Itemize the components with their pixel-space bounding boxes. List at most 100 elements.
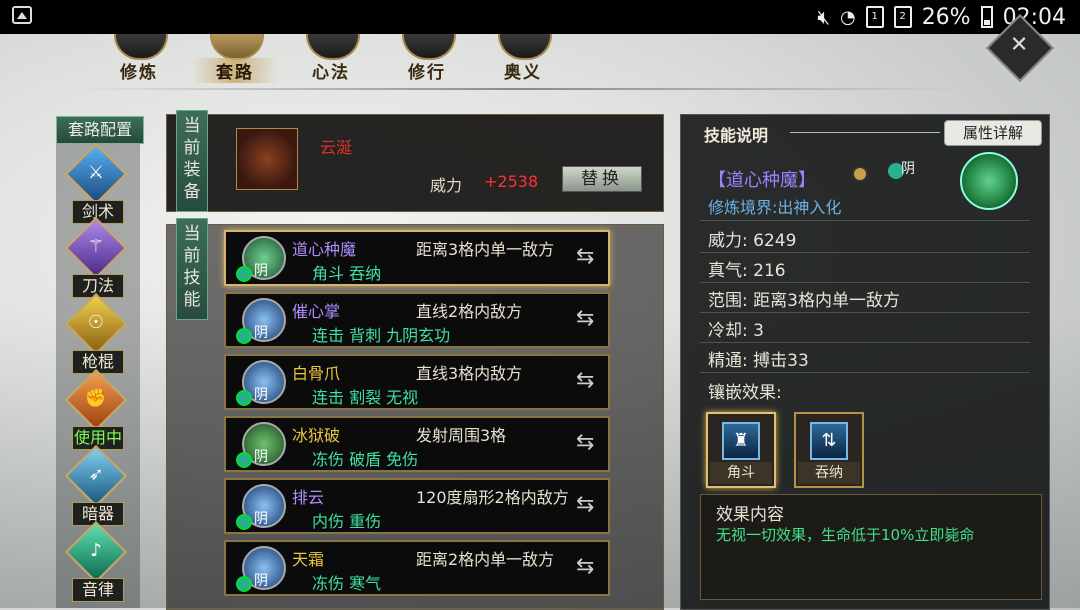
- inlay-slot-jiaodou[interactable]: ♜ 角斗: [706, 412, 776, 488]
- gauntlet-icon[interactable]: [236, 128, 298, 190]
- jade-icon: [236, 576, 252, 592]
- skill-tags: 冻伤 寒气: [312, 574, 382, 593]
- skill-row[interactable]: 阴 天霜 距离2格内单一敌方 冻伤 寒气 ⇆: [224, 540, 610, 596]
- skill-info-title: 技能说明: [704, 126, 769, 145]
- skill-range: 距离2格内单一敌方: [416, 550, 555, 569]
- equipment-power-label: 威力: [430, 176, 463, 195]
- skill-tags: 冻伤 破盾 免伤: [312, 450, 419, 469]
- tab-xiulian[interactable]: 修炼: [96, 34, 182, 83]
- inlay-icon: ♜: [722, 422, 760, 460]
- stat-value: 216: [753, 261, 786, 281]
- status-bar: 🔇︎ ◔ 1 2 26% 02:04: [0, 0, 1080, 34]
- tab-taolu[interactable]: 套路: [192, 34, 278, 83]
- inlay-slot-tunna[interactable]: ⇅ 吞纳: [794, 412, 864, 488]
- category-label: 音律: [72, 578, 124, 602]
- skill-row[interactable]: 阴 冰狱破 发射周围3格 冻伤 破盾 免伤 ⇆: [224, 416, 610, 472]
- tab-emblem-icon: [306, 34, 360, 60]
- stat-label: 威力:: [708, 231, 748, 251]
- selected-skill-name: 【道心种魔】: [708, 170, 816, 191]
- skill-yin: 阴: [254, 511, 268, 527]
- tab-label: 套路: [192, 58, 278, 83]
- divider: [700, 342, 1030, 343]
- skill-row[interactable]: 阴 白骨爪 直线3格内敌方 连击 割裂 无视 ⇆: [224, 354, 610, 410]
- inlay-label: 角斗: [710, 462, 772, 484]
- tab-label: 奥义: [504, 63, 542, 83]
- skill-yin: 阴: [254, 449, 268, 465]
- swap-icon[interactable]: ⇆: [576, 554, 604, 582]
- tab-aoyi[interactable]: 奥义: [480, 34, 566, 83]
- tab-xiuxing[interactable]: 修行: [384, 34, 470, 83]
- skill-name: 道心种魔: [292, 240, 357, 259]
- stat-qi: 真气: 216: [708, 256, 786, 281]
- skill-name: 催心掌: [292, 302, 341, 321]
- stat-mastery: 精通: 搏击33: [708, 346, 809, 371]
- skill-row[interactable]: 阴 排云 120度扇形2格内敌方 内伤 重伤 ⇆: [224, 478, 610, 534]
- equipment-tag: 当前装备: [176, 110, 208, 212]
- tab-label: 心法: [312, 63, 350, 83]
- blade-glyph: ⚚: [87, 236, 105, 257]
- jade-icon: [236, 266, 252, 282]
- skill-name: 天霜: [292, 550, 325, 569]
- stat-label: 冷却:: [708, 321, 748, 341]
- stat-value: 距离3格内单一敌方: [753, 291, 900, 311]
- sword-glyph: ⚔: [87, 162, 105, 183]
- skill-range: 距离3格内单一敌方: [416, 240, 555, 259]
- category-music[interactable]: ♪ 音律: [62, 520, 132, 602]
- stat-label: 精通:: [708, 351, 748, 371]
- stat-label: 真气:: [708, 261, 748, 281]
- divider: [700, 252, 1030, 253]
- swap-icon[interactable]: ⇆: [576, 306, 604, 334]
- skill-name: 冰狱破: [292, 426, 341, 445]
- category-sword[interactable]: ⚔ 剑术: [62, 142, 132, 224]
- replace-button[interactable]: 替换: [562, 166, 642, 192]
- stat-cooldown: 冷却: 3: [708, 316, 764, 341]
- skill-row[interactable]: 阴 催心掌 直线2格内敌方 连击 背刺 九阴玄功 ⇆: [224, 292, 610, 348]
- divider: [700, 220, 1030, 221]
- category-spear[interactable]: ☉ 枪棍: [62, 292, 132, 374]
- inlay-effects-label: 镶嵌效果:: [708, 383, 782, 403]
- tab-label: 修炼: [120, 63, 158, 83]
- skills-tag: 当前技能: [176, 218, 208, 320]
- tab-emblem-icon: [114, 34, 168, 60]
- skill-row[interactable]: 阴 道心种魔 距离3格内单一敌方 角斗 吞纳 ⇆: [224, 230, 610, 286]
- swap-icon[interactable]: ⇆: [576, 368, 604, 396]
- effect-title: 效果内容: [716, 505, 784, 525]
- tab-xinfa[interactable]: 心法: [288, 34, 374, 83]
- fist-glyph: ✊: [84, 388, 108, 409]
- skill-range: 直线3格内敌方: [416, 364, 523, 383]
- skill-range: 发射周围3格: [416, 426, 507, 445]
- equipment-power-value: +2538: [484, 172, 539, 191]
- category-in-use[interactable]: ✊ 使用中: [62, 368, 132, 450]
- skill-yin: 阴: [254, 573, 268, 589]
- battery-percent: 26%: [921, 4, 971, 30]
- equipment-name: 云涎: [320, 138, 353, 157]
- skill-name: 排云: [292, 488, 325, 507]
- mute-icon: 🔇︎: [817, 5, 830, 29]
- battery-icon: [980, 6, 993, 28]
- category-dart[interactable]: ➶ 暗器: [62, 444, 132, 526]
- divider: [700, 372, 1030, 373]
- jade-icon: [236, 328, 252, 344]
- tab-emblem-icon: [402, 34, 456, 60]
- spear-glyph: ☉: [87, 312, 105, 333]
- skill-range: 直线2格内敌方: [416, 302, 523, 321]
- skill-tags: 角斗 吞纳: [312, 264, 382, 283]
- jade-icon: [236, 452, 252, 468]
- divider: [80, 88, 960, 90]
- category-blade[interactable]: ⚚ 刀法: [62, 216, 132, 298]
- yin-label: 阴: [901, 161, 915, 177]
- title-rule: [790, 132, 940, 133]
- attribute-detail-button[interactable]: 属性详解: [944, 120, 1042, 146]
- music-glyph: ♪: [90, 540, 102, 561]
- sim2-icon: 2: [893, 6, 912, 28]
- stat-range: 范围: 距离3格内单一敌方: [708, 286, 900, 311]
- swap-icon[interactable]: ⇆: [576, 244, 604, 272]
- swap-icon[interactable]: ⇆: [576, 430, 604, 458]
- inlay-icon: ⇅: [810, 422, 848, 460]
- divider: [700, 282, 1030, 283]
- skill-yin: 阴: [254, 263, 268, 279]
- stat-value: 6249: [753, 231, 797, 251]
- swap-icon[interactable]: ⇆: [576, 492, 604, 520]
- skill-tags: 连击 割裂 无视: [312, 388, 419, 407]
- dart-glyph: ➶: [88, 464, 104, 485]
